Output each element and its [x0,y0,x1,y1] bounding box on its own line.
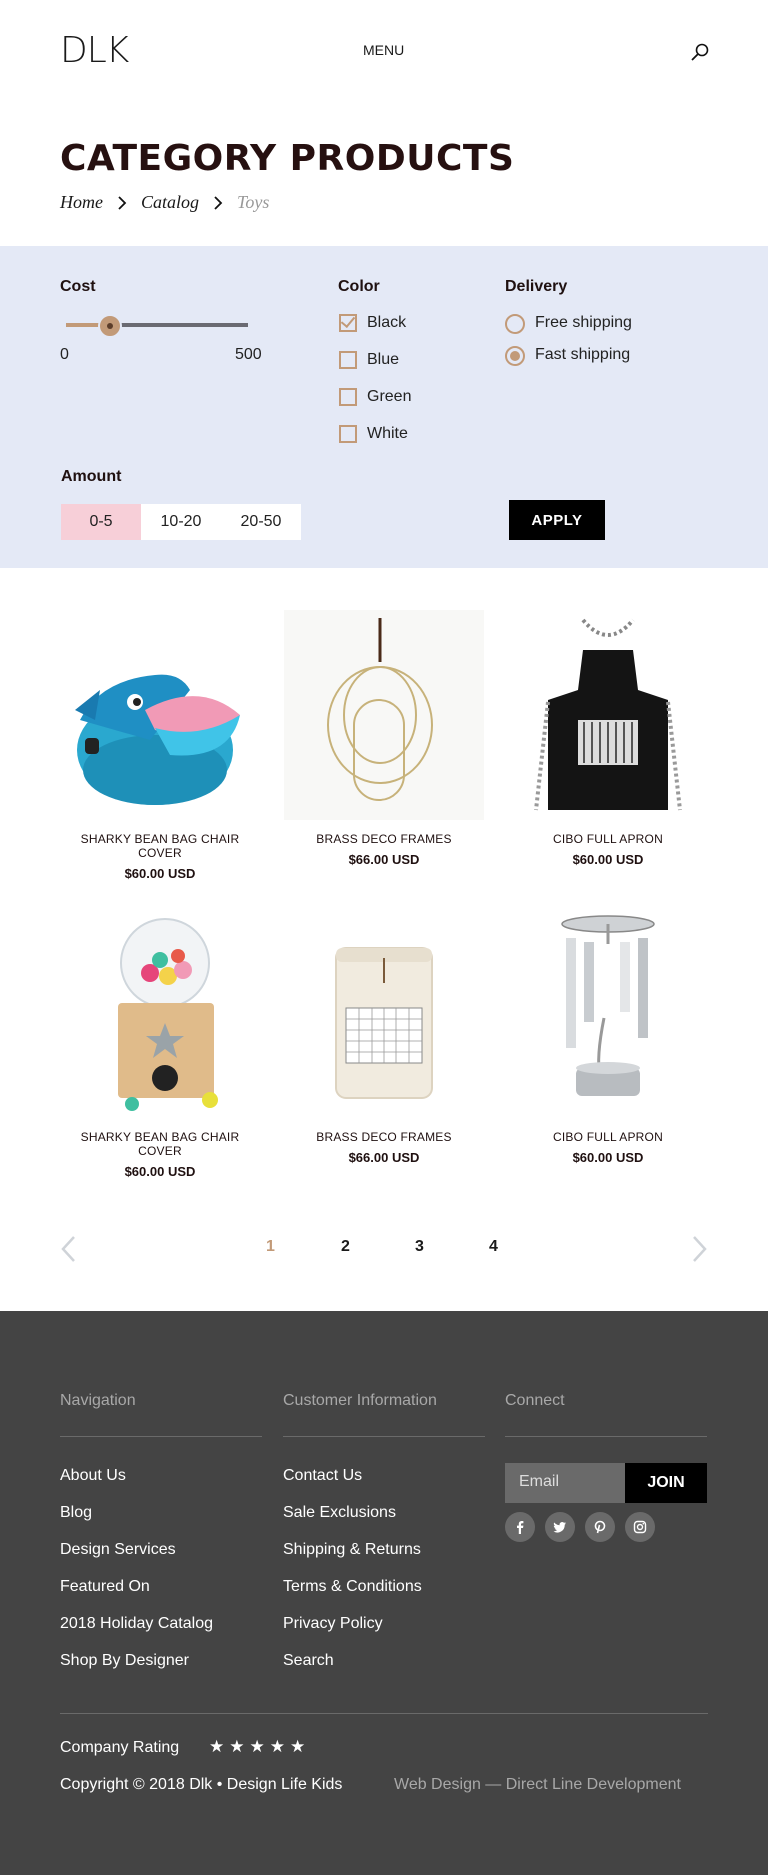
email-input[interactable]: Email [505,1463,625,1503]
cost-filter-label: Cost [60,278,96,295]
filter-panel: Cost 0 500 Color Black Blue Green White … [0,246,768,568]
cost-min-label: 0 [60,346,69,363]
breadcrumb-current: Toys [237,192,270,212]
footer-link-contact[interactable]: Contact Us [283,1467,362,1485]
product-price: $60.00 USD [124,866,196,881]
pinterest-icon[interactable] [585,1512,615,1542]
product-image-gumball-machine[interactable] [60,908,260,1118]
page-1[interactable]: 1 [266,1238,275,1256]
site-footer: Navigation About Us Blog Design Services… [0,1311,768,1875]
product-image-brass-frames[interactable] [284,610,484,820]
page-2[interactable]: 2 [341,1238,350,1256]
footer-link-sale-exclusions[interactable]: Sale Exclusions [283,1504,396,1522]
footer-link-holiday-catalog[interactable]: 2018 Holiday Catalog [60,1615,213,1633]
footer-link-blog[interactable]: Blog [60,1504,92,1522]
copyright: Copyright © 2018 Dlk • Design Life Kids [60,1776,343,1793]
product-price: $66.00 USD [348,1150,420,1165]
rating-stars: ★★★★★ [209,1737,311,1756]
page-4[interactable]: 4 [489,1238,498,1256]
product-price: $66.00 USD [348,852,420,867]
breadcrumb-home[interactable]: Home [60,192,103,213]
product-card[interactable]: BRASS DECO FRAMES $66.00 USD [284,908,484,1165]
color-option-label: White [367,425,408,442]
cost-max-label: 500 [235,346,262,363]
footer-link-shipping-returns[interactable]: Shipping & Returns [283,1541,421,1559]
product-card[interactable]: BRASS DECO FRAMES $66.00 USD [284,610,484,867]
footer-customer-title: Customer Information [283,1392,437,1409]
color-checkbox-black[interactable] [339,314,357,332]
product-price: $60.00 USD [572,852,644,867]
footer-link-terms[interactable]: Terms & Conditions [283,1578,422,1596]
color-filter-label: Color [338,278,380,295]
chevron-right-icon [103,195,141,210]
footer-link-privacy[interactable]: Privacy Policy [283,1615,383,1633]
footer-link-featured-on[interactable]: Featured On [60,1578,150,1596]
apply-button[interactable]: APPLY [509,500,605,540]
product-card[interactable]: CIBO FULL APRON $60.00 USD [508,908,708,1165]
footer-link-design-services[interactable]: Design Services [60,1541,176,1559]
cost-slider-track[interactable] [66,323,248,327]
pagination: 1 2 3 4 [0,1228,768,1268]
product-card[interactable]: SHARKY BEAN BAG CHAIR COVER $60.00 USD [60,610,260,881]
delivery-filter-label: Delivery [505,278,568,295]
chevron-right-icon [199,195,237,210]
color-option-label: Black [367,314,407,331]
company-rating-label: Company Rating [60,1739,180,1756]
amount-option-10-20[interactable]: 10-20 [141,504,221,540]
amount-option-20-50[interactable]: 20-50 [221,504,301,540]
color-checkbox-white[interactable] [339,425,357,443]
product-card[interactable]: SHARKY BEAN BAG CHAIR COVER $60.00 USD [60,908,260,1179]
amount-filter-label: Amount [61,468,122,485]
product-card[interactable]: CIBO FULL APRON $60.00 USD [508,610,708,867]
divider [60,1436,262,1437]
logo[interactable]: DLK [60,30,129,71]
product-name[interactable]: CIBO FULL APRON [508,1130,708,1144]
amount-options: 0-5 10-20 20-50 [61,504,301,540]
menu-button[interactable]: MENU [363,42,404,58]
color-checkbox-blue[interactable] [339,351,357,369]
product-image-black-apron[interactable] [508,610,708,820]
product-price: $60.00 USD [572,1150,644,1165]
product-name[interactable]: BRASS DECO FRAMES [284,1130,484,1144]
product-name[interactable]: SHARKY BEAN BAG CHAIR COVER [60,832,260,860]
product-name[interactable]: SHARKY BEAN BAG CHAIR COVER [60,1130,260,1158]
divider [505,1436,707,1437]
cost-slider-handle[interactable] [97,314,122,338]
delivery-radio-fast[interactable] [505,346,525,366]
footer-nav-title: Navigation [60,1392,136,1409]
divider [283,1436,485,1437]
twitter-icon[interactable] [545,1512,575,1542]
search-icon[interactable] [690,42,710,62]
color-option-label: Blue [367,351,400,368]
amount-option-0-5[interactable]: 0-5 [61,504,141,540]
delivery-option-label: Fast shipping [535,346,631,363]
divider [60,1713,708,1714]
page-title: CATEGORY PRODUCTS [60,138,515,179]
delivery-radio-free[interactable] [505,314,525,334]
join-button[interactable]: JOIN [625,1463,707,1503]
chevron-left-icon[interactable] [58,1234,80,1264]
footer-link-about[interactable]: About Us [60,1467,126,1485]
site-header: DLK MENU [0,0,768,102]
breadcrumb-catalog[interactable]: Catalog [141,192,199,213]
product-image-shark-bean-bag[interactable] [60,610,260,820]
product-image-calendar-candle[interactable] [284,908,484,1118]
color-option-label: Green [367,388,412,405]
breadcrumb: Home Catalog Toys [60,192,269,213]
footer-link-shop-by-designer[interactable]: Shop By Designer [60,1652,189,1670]
product-name[interactable]: BRASS DECO FRAMES [284,832,484,846]
instagram-icon[interactable] [625,1512,655,1542]
footer-connect-title: Connect [505,1392,565,1409]
chevron-right-icon[interactable] [688,1234,710,1264]
page-3[interactable]: 3 [415,1238,424,1256]
product-image-chime-candle-holder[interactable] [508,908,708,1118]
facebook-icon[interactable] [505,1512,535,1542]
color-checkbox-green[interactable] [339,388,357,406]
footer-link-search[interactable]: Search [283,1652,334,1670]
delivery-option-label: Free shipping [535,314,632,331]
product-name[interactable]: CIBO FULL APRON [508,832,708,846]
web-design-credit[interactable]: Web Design — Direct Line Development [394,1776,681,1794]
product-price: $60.00 USD [124,1164,196,1179]
